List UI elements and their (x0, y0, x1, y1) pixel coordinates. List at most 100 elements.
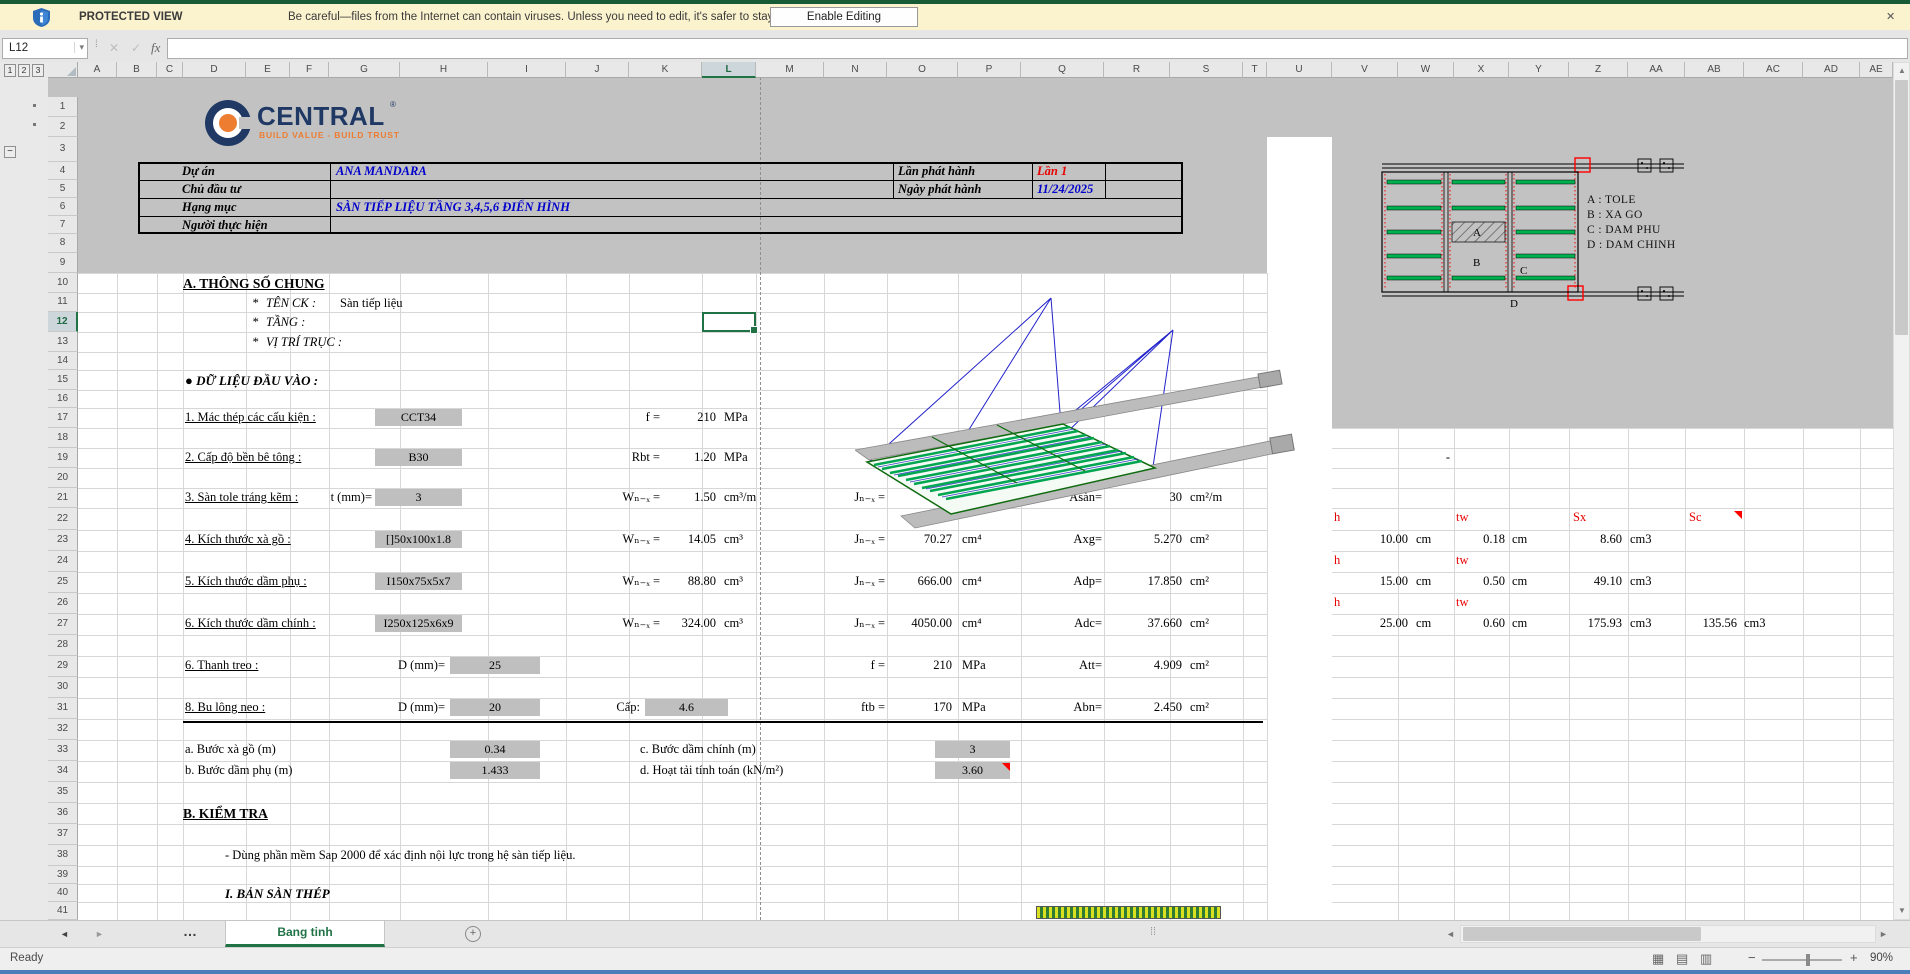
cancel-icon[interactable]: ✕ (109, 41, 119, 55)
column-header-P[interactable]: P (958, 62, 1021, 78)
row-header-11[interactable]: 11 (48, 293, 78, 312)
column-header-H[interactable]: H (400, 62, 488, 78)
column-header-U[interactable]: U (1267, 62, 1332, 78)
zoom-in-icon[interactable]: + (1850, 950, 1858, 965)
doc-value-issue-date[interactable]: 11/24/2025 (1037, 182, 1093, 197)
row-header-5[interactable]: 5 (48, 180, 78, 198)
column-header-I[interactable]: I (488, 62, 566, 78)
row-header-39[interactable]: 39 (48, 866, 78, 884)
column-header-Y[interactable]: Y (1509, 62, 1569, 78)
row-header-14[interactable]: 14 (48, 352, 78, 370)
scrollbar-divider-icon[interactable]: ⁞⁞ (1150, 926, 1156, 938)
step-a-cell[interactable]: 0.34 (450, 741, 540, 758)
hscroll-right-icon[interactable]: ► (1879, 929, 1888, 939)
column-header-AA[interactable]: AA (1628, 62, 1685, 78)
row-header-6[interactable]: 6 (48, 198, 78, 216)
column-header-O[interactable]: O (887, 62, 958, 78)
step-c-cell[interactable]: 3 (935, 741, 1010, 758)
outline-collapse-button[interactable]: − (4, 146, 16, 158)
name-box-dropdown-icon[interactable]: ▾ (74, 42, 84, 53)
column-header-X[interactable]: X (1454, 62, 1509, 78)
row-header-18[interactable]: 18 (48, 428, 78, 448)
zoom-slider-thumb[interactable] (1806, 954, 1810, 966)
param-input-cell[interactable]: B30 (375, 449, 462, 466)
value-ten-ck[interactable]: Sàn tiếp liệu (340, 296, 403, 311)
param-cap-cell[interactable]: 4.6 (645, 699, 728, 716)
row-header-15[interactable]: 15 (48, 370, 78, 390)
column-header-T[interactable]: T (1243, 62, 1267, 78)
name-box[interactable]: L12 ▾ (2, 38, 88, 59)
row-header-19[interactable]: 19 (48, 448, 78, 468)
row-header-4[interactable]: 4 (48, 162, 78, 180)
row-header-36[interactable]: 36 (48, 803, 78, 824)
row-header-34[interactable]: 34 (48, 761, 78, 782)
hscroll-left-icon[interactable]: ◄ (1446, 929, 1455, 939)
horizontal-scroll-thumb[interactable] (1463, 927, 1701, 941)
row-header-8[interactable]: 8 (48, 234, 78, 253)
row-header-35[interactable]: 35 (48, 782, 78, 803)
row-header-12[interactable]: 12 (48, 312, 78, 332)
row-header-1[interactable]: 1 (48, 97, 78, 117)
column-header-G[interactable]: G (329, 62, 400, 78)
column-header-K[interactable]: K (629, 62, 702, 78)
row-header-28[interactable]: 28 (48, 635, 78, 656)
param-input-cell[interactable]: 20 (450, 699, 540, 716)
formula-input[interactable] (167, 38, 1908, 59)
outline-level-1-button[interactable]: 1 (4, 64, 16, 77)
row-header-13[interactable]: 13 (48, 332, 78, 352)
row-header-27[interactable]: 27 (48, 614, 78, 635)
column-header-J[interactable]: J (566, 62, 629, 78)
step-b-cell[interactable]: 1.433 (450, 762, 540, 779)
scroll-up-icon[interactable]: ▲ (1898, 66, 1906, 76)
param-input-cell[interactable]: 25 (450, 657, 540, 674)
tab-nav-next-icon[interactable]: ► (95, 929, 104, 939)
column-header-N[interactable]: N (824, 62, 887, 78)
vertical-scroll-thumb[interactable] (1895, 80, 1908, 335)
column-header-C[interactable]: C (157, 62, 183, 78)
column-header-AD[interactable]: AD (1803, 62, 1860, 78)
column-header-L[interactable]: L (702, 62, 756, 78)
row-header-17[interactable]: 17 (48, 408, 78, 428)
selected-cell-L12[interactable] (702, 312, 756, 332)
row-header-23[interactable]: 23 (48, 530, 78, 551)
row-header-9[interactable]: 9 (48, 253, 78, 273)
param-input-cell[interactable]: 3 (375, 489, 462, 506)
view-page-layout-icon[interactable]: ▤ (1676, 951, 1688, 967)
enable-editing-button[interactable]: Enable Editing (770, 7, 918, 27)
sheet-tab-bang-tinh[interactable]: Bang tinh (225, 921, 385, 947)
column-header-AB[interactable]: AB (1685, 62, 1744, 78)
column-header-F[interactable]: F (290, 62, 329, 78)
row-header-2[interactable]: 2 (48, 117, 78, 137)
doc-value-project[interactable]: ANA MANDARA (336, 164, 427, 179)
add-sheet-button[interactable]: + (465, 926, 481, 942)
row-header-20[interactable]: 20 (48, 468, 78, 488)
select-all-corner[interactable] (48, 62, 78, 78)
row-header-29[interactable]: 29 (48, 656, 78, 677)
column-header-M[interactable]: M (756, 62, 824, 78)
outline-level-3-button[interactable]: 3 (32, 64, 44, 77)
view-normal-icon[interactable]: ▦ (1652, 951, 1664, 967)
row-header-30[interactable]: 30 (48, 677, 78, 698)
fill-handle[interactable] (750, 326, 758, 334)
row-header-24[interactable]: 24 (48, 551, 78, 572)
row-header-25[interactable]: 25 (48, 572, 78, 593)
row-header-21[interactable]: 21 (48, 488, 78, 508)
doc-value-item[interactable]: SÀN TIẾP LIỆU TẦNG 3,4,5,6 ĐIỂN HÌNH (336, 200, 570, 215)
tab-overflow[interactable]: … (183, 923, 197, 939)
row-header-32[interactable]: 32 (48, 719, 78, 740)
zoom-slider[interactable] (1762, 959, 1842, 961)
tab-nav-prev-icon[interactable]: ◄ (60, 929, 69, 939)
column-header-R[interactable]: R (1104, 62, 1170, 78)
row-header-26[interactable]: 26 (48, 593, 78, 614)
column-header-A[interactable]: A (78, 62, 117, 78)
row-header-40[interactable]: 40 (48, 884, 78, 902)
row-header-38[interactable]: 38 (48, 845, 78, 866)
column-header-W[interactable]: W (1398, 62, 1454, 78)
view-page-break-icon[interactable]: ▥ (1700, 951, 1712, 967)
row-header-10[interactable]: 10 (48, 273, 78, 293)
row-header-3[interactable]: 3 (48, 137, 78, 162)
fx-icon[interactable]: fx (151, 40, 160, 56)
close-message-icon[interactable]: ✕ (1886, 10, 1895, 23)
column-header-D[interactable]: D (183, 62, 246, 78)
param-input-cell[interactable]: I150x75x5x7 (375, 573, 462, 590)
